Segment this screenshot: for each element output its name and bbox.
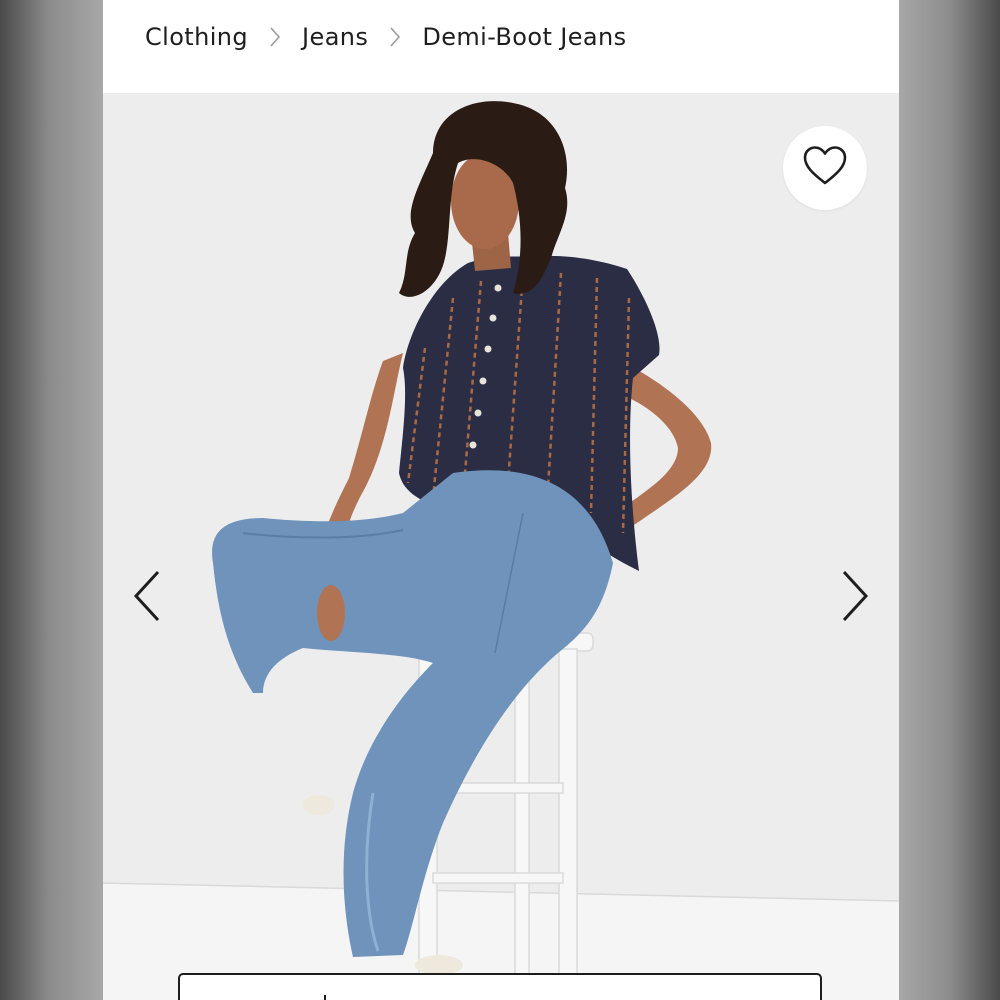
chevron-right-icon (389, 26, 401, 48)
cursor-glyph (324, 995, 326, 1000)
breadcrumb-clothing[interactable]: Clothing (145, 23, 248, 51)
chevron-left-icon (132, 569, 162, 627)
chevron-right-icon (269, 26, 281, 48)
product-photo (103, 93, 899, 1000)
previous-image-button[interactable] (125, 566, 169, 630)
size-select-button[interactable] (178, 973, 822, 1000)
product-page: Clothing Jeans Demi-Boot Jeans (103, 0, 899, 1000)
header: Clothing Jeans Demi-Boot Jeans (103, 0, 899, 93)
breadcrumb-current-product: Demi-Boot Jeans (422, 23, 627, 51)
next-image-button[interactable] (833, 566, 877, 630)
breadcrumb: Clothing Jeans Demi-Boot Jeans (145, 18, 627, 56)
breadcrumb-jeans[interactable]: Jeans (302, 23, 368, 51)
chevron-right-icon (840, 569, 870, 627)
favorite-button[interactable] (783, 126, 867, 210)
heart-outline-icon (802, 145, 848, 191)
product-image (103, 93, 899, 1000)
